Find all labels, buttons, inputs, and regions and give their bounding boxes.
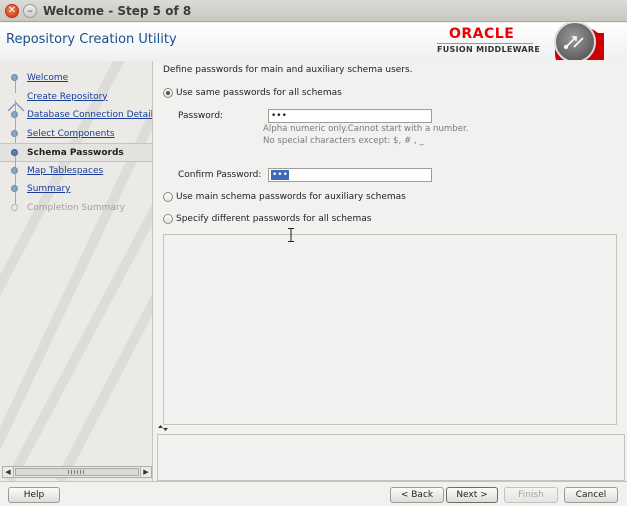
- password-field[interactable]: •••: [268, 109, 432, 123]
- oracle-logo: ORACLE: [449, 26, 515, 42]
- nav-step-summary[interactable]: Summary: [0, 180, 152, 204]
- step-done-icon: [11, 185, 18, 192]
- step-pending-icon: [11, 203, 18, 211]
- finish-button: Finish: [504, 487, 558, 503]
- nav-step-label[interactable]: Select Components: [27, 129, 115, 139]
- selected-text: •••: [271, 170, 289, 180]
- nav-step-database-connection-details[interactable]: Database Connection Details: [0, 106, 152, 130]
- radio-button[interactable]: [163, 192, 173, 202]
- scrollbar-grip-icon: [68, 470, 86, 474]
- app-header: Repository Creation Utility ORACLE FUSIO…: [0, 23, 627, 60]
- confirm-password-label: Confirm Password:: [178, 170, 262, 180]
- scroll-left-arrow-icon[interactable]: ◀: [3, 467, 14, 477]
- window-title: Welcome - Step 5 of 8: [43, 4, 192, 18]
- option-label[interactable]: Use main schema passwords for auxiliary …: [176, 192, 406, 202]
- message-panel: [157, 434, 625, 481]
- fusion-middleware-logo: FUSION MIDDLEWARE: [437, 45, 541, 54]
- nav-step-select-components[interactable]: Select Components: [0, 125, 152, 149]
- password-hint-line-2: No special characters except: $, # , _: [263, 136, 424, 146]
- nav-step-label[interactable]: Summary: [27, 184, 71, 194]
- help-button[interactable]: Help: [8, 487, 60, 503]
- scrollbar-thumb[interactable]: [15, 468, 139, 476]
- page-description: Define passwords for main and auxiliary …: [163, 65, 413, 75]
- close-window-button[interactable]: ✕: [5, 4, 19, 18]
- back-button[interactable]: < Back: [390, 487, 444, 503]
- step-done-icon: [11, 74, 18, 81]
- step-current-icon: [11, 149, 18, 156]
- option-main-schema-passwords[interactable]: Use main schema passwords for auxiliary …: [163, 192, 406, 202]
- sidebar-horizontal-scrollbar[interactable]: ◀ ▶: [2, 466, 152, 478]
- schema-passwords-form: Define passwords for main and auxiliary …: [154, 61, 627, 428]
- footer-divider: [0, 481, 627, 482]
- nav-step-label[interactable]: Database Connection Details: [27, 110, 152, 120]
- nav-step-create-repository[interactable]: Create Repository: [0, 88, 152, 112]
- schema-password-table-area[interactable]: [163, 234, 617, 425]
- nav-step-label[interactable]: Map Tablespaces: [27, 166, 103, 176]
- app-title: Repository Creation Utility: [6, 32, 177, 47]
- nav-step-completion-summary: Completion Summary: [0, 199, 152, 218]
- step-done-icon: [11, 166, 18, 174]
- password-hint-line-1: Alpha numeric only.Cannot start with a n…: [263, 124, 469, 134]
- step-done-icon: [11, 129, 18, 137]
- cancel-button[interactable]: Cancel: [564, 487, 618, 503]
- nav-step-map-tablespaces[interactable]: Map Tablespaces: [0, 162, 152, 186]
- confirm-password-field[interactable]: •••: [268, 168, 432, 182]
- nav-step-label: Completion Summary: [27, 202, 125, 213]
- radio-button-selected[interactable]: [163, 88, 173, 98]
- option-different-passwords[interactable]: Specify different passwords for all sche…: [163, 214, 371, 224]
- nav-step-schema-passwords[interactable]: Schema Passwords: [0, 143, 152, 168]
- text-cursor-icon: [288, 228, 294, 242]
- radio-button[interactable]: [163, 214, 173, 224]
- middleware-badge-icon: [554, 23, 604, 60]
- nav-step-label[interactable]: Create Repository: [27, 92, 108, 102]
- option-label[interactable]: Specify different passwords for all sche…: [176, 214, 371, 224]
- step-done-icon: [11, 111, 18, 118]
- password-label: Password:: [178, 111, 224, 121]
- window-titlebar: ✕ – Welcome - Step 5 of 8: [0, 0, 627, 22]
- splitter-arrows-icon[interactable]: [158, 425, 168, 431]
- step-navigation-panel: Welcome Create Repository Database Conne…: [0, 61, 153, 481]
- option-same-passwords[interactable]: Use same passwords for all schemas: [163, 88, 342, 98]
- step-list: Welcome Create Repository Database Conne…: [0, 69, 152, 218]
- nav-step-welcome[interactable]: Welcome: [0, 69, 152, 93]
- option-label[interactable]: Use same passwords for all schemas: [176, 88, 342, 98]
- logo-divider: [437, 43, 533, 44]
- scroll-right-arrow-icon[interactable]: ▶: [140, 467, 151, 477]
- nav-step-label[interactable]: Welcome: [27, 73, 68, 83]
- nav-step-label: Schema Passwords: [27, 148, 124, 158]
- next-button[interactable]: Next >: [446, 487, 498, 503]
- minimize-window-button[interactable]: –: [23, 4, 37, 18]
